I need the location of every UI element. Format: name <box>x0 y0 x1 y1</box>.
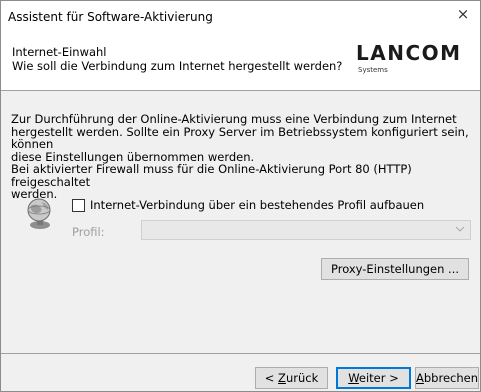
info-line: hergestellt werden. Sollte ein Proxy Ser… <box>11 124 469 151</box>
wizard-header: Internet-Einwahl Wie soll die Verbindung… <box>1 31 480 91</box>
page-subtitle: Wie soll die Verbindung zum Internet her… <box>12 59 343 73</box>
page-title: Internet-Einwahl <box>12 45 107 59</box>
back-button-label: < Zurück <box>264 371 319 385</box>
chevron-down-icon <box>455 223 465 238</box>
profile-label: Profil: <box>72 225 105 239</box>
profile-checkbox-label[interactable]: Internet-Verbindung über ein bestehendes… <box>90 198 424 212</box>
info-paragraph: Zur Durchführung der Online-Aktivierung … <box>11 113 473 201</box>
profile-select[interactable] <box>141 220 471 240</box>
info-line: Bei aktivierter Firewall muss für die On… <box>11 162 412 189</box>
footer-divider <box>1 353 480 354</box>
wizard-window: Assistent für Software-Aktivierung × Int… <box>0 0 481 392</box>
window-title: Assistent für Software-Aktivierung <box>8 10 213 24</box>
lancom-logo: LANCOM Systems <box>356 41 471 81</box>
profile-checkbox[interactable] <box>72 199 85 212</box>
info-line: Zur Durchführung der Online-Aktivierung … <box>11 112 457 126</box>
proxy-settings-button[interactable]: Proxy-Einstellungen ... <box>321 258 469 280</box>
cancel-button[interactable]: Abbrechen <box>415 367 479 389</box>
close-icon[interactable]: × <box>446 1 480 29</box>
globe-network-icon <box>23 197 57 231</box>
cancel-button-label: Abbrechen <box>416 371 479 385</box>
logo-name: LANCOM <box>356 41 462 65</box>
title-bar: Assistent für Software-Aktivierung × <box>1 1 480 31</box>
back-button[interactable]: < Zurück <box>255 367 328 389</box>
logo-tagline: Systems <box>358 66 388 74</box>
next-button[interactable]: Weiter > <box>336 367 411 389</box>
next-button-label: Weiter > <box>348 371 399 385</box>
